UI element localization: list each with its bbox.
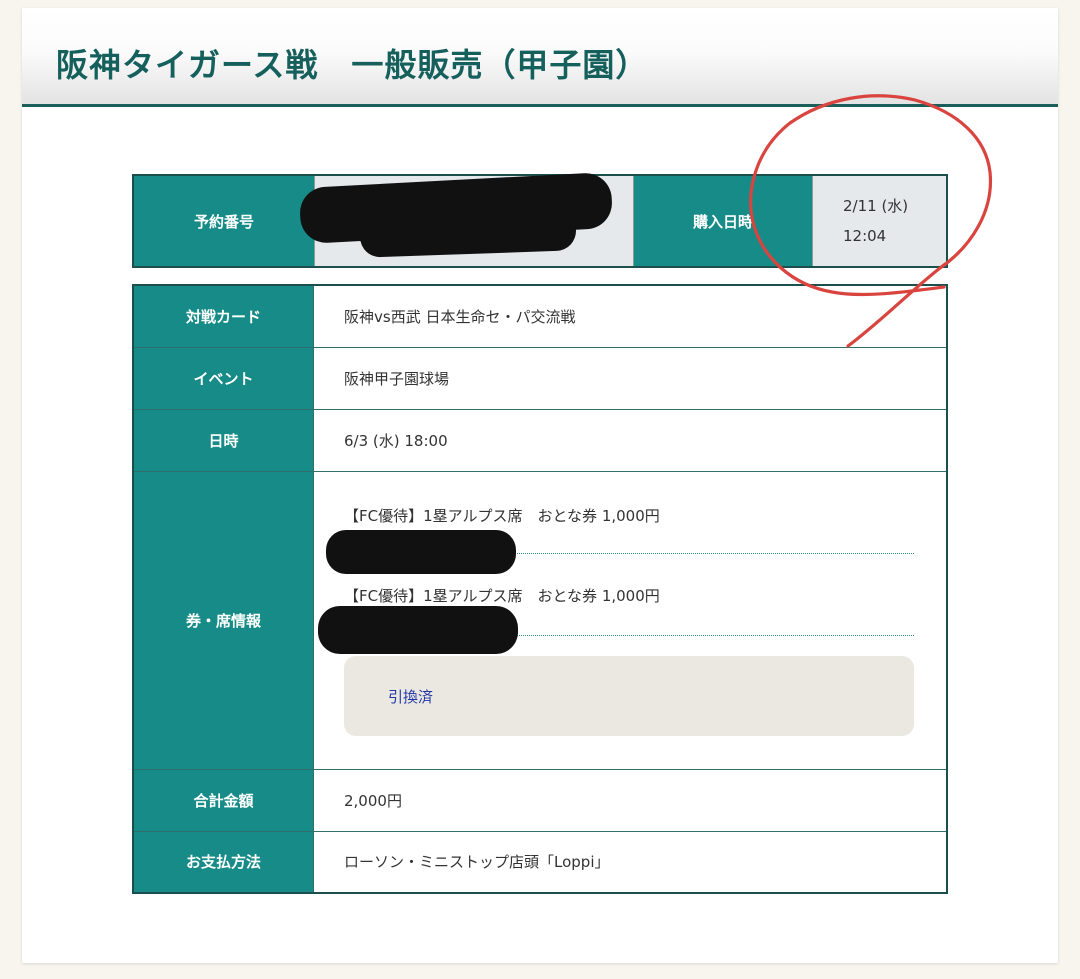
purchase-time: 12:04 [843, 227, 887, 245]
purchase-date: 2/11 (水) [843, 197, 909, 215]
reservation-number-label: 予約番号 [132, 174, 315, 268]
event-label: イベント [133, 347, 314, 410]
total-amount-value: 2,000円 [313, 769, 947, 832]
table-row: 対戦カード 阪神vs西武 日本生命セ・パ交流戦 [133, 285, 947, 348]
datetime-value: 6/3 (水) 18:00 [313, 409, 947, 472]
match-card-label: 対戦カード [133, 285, 314, 348]
redaction-mark [326, 530, 516, 574]
table-row: 合計金額 2,000円 [133, 769, 947, 832]
table-row: 日時 6/3 (水) 18:00 [133, 409, 947, 472]
datetime-label: 日時 [133, 409, 314, 472]
exchange-status: 引換済 [388, 687, 434, 706]
redaction-mark [318, 606, 518, 654]
exchange-status-box: 引換済 [344, 655, 914, 736]
payment-method-value: ローソン・ミニストップ店頭「Loppi」 [344, 853, 610, 872]
total-amount-label: 合計金額 [133, 769, 314, 832]
order-details-table: 対戦カード 阪神vs西武 日本生命セ・パ交流戦 イベント 阪神甲子園球場 日時 … [132, 284, 948, 894]
payment-method-label: お支払方法 [133, 831, 314, 894]
purchase-datetime-value: 2/11 (水) 12:04 [812, 174, 948, 268]
table-row: イベント 阪神甲子園球場 [133, 347, 947, 410]
event-value: 阪神甲子園球場 [313, 347, 947, 410]
ticket-line: 【FC優待】1塁アルプス席 おとな券 1,000円 [344, 506, 660, 525]
table-row: 券・席情報 【FC優待】1塁アルプス席 おとな券 1,000円 【FC優待】1塁… [133, 471, 947, 770]
match-card-value: 阪神vs西武 日本生命セ・パ交流戦 [313, 285, 947, 348]
ticket-seat-label: 券・席情報 [133, 471, 314, 770]
page-card: 阪神タイガース戦 一般販売（甲子園） 予約番号 購入日時 2/11 (水) 12… [22, 8, 1058, 963]
redaction-mark [359, 208, 577, 258]
table-row: お支払方法 ローソン・ミニストップ店頭「Loppi」 [133, 831, 947, 894]
page-title: 阪神タイガース戦 一般販売（甲子園） [56, 46, 649, 84]
purchase-datetime-label: 購入日時 [633, 174, 813, 268]
page-header: 阪神タイガース戦 一般販売（甲子園） [22, 8, 1058, 107]
